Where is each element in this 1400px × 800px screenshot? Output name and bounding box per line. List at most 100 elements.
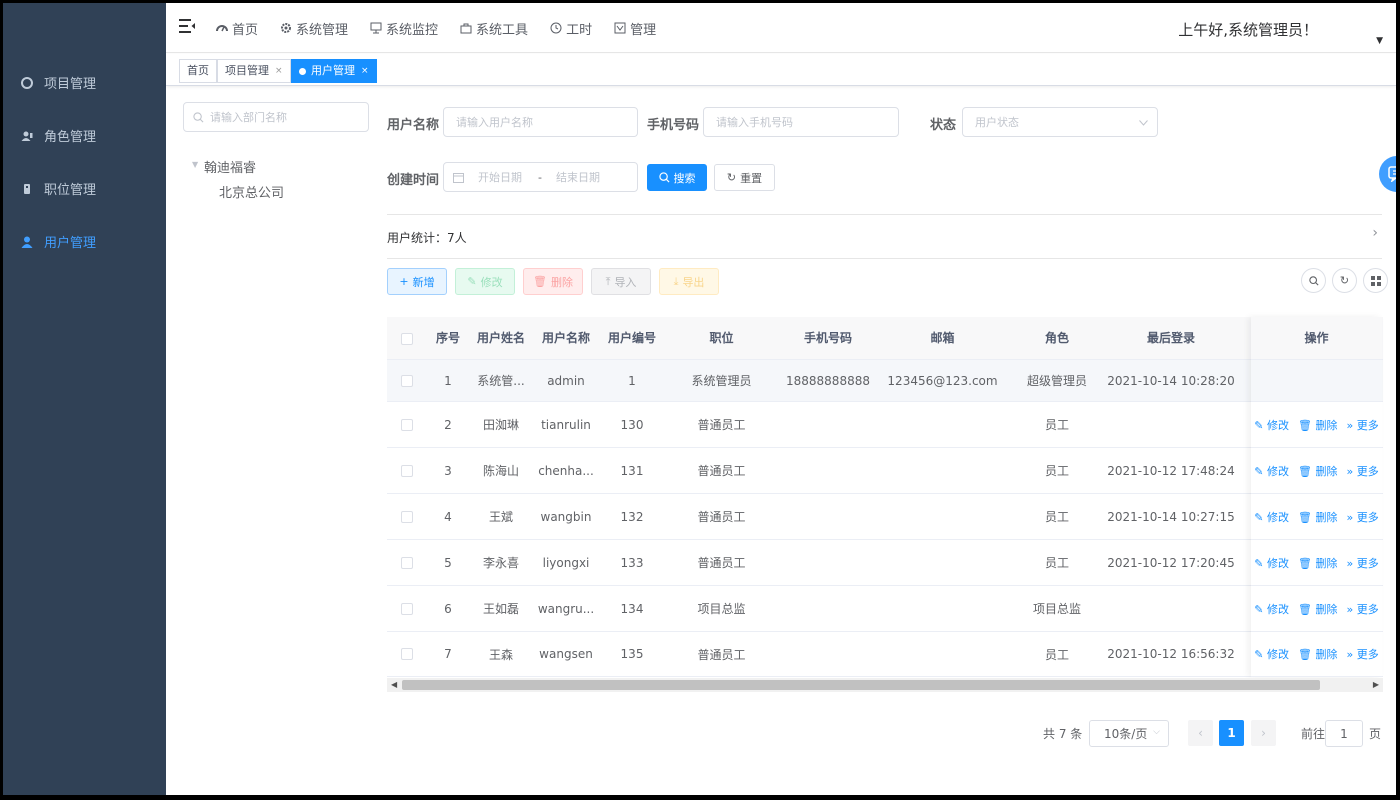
scroll-right-icon[interactable]: ▶ xyxy=(1373,678,1379,692)
sidebar-item[interactable]: 角色管理 xyxy=(3,109,166,162)
page-size-select[interactable]: 10条/页 ⌵ xyxy=(1089,720,1169,747)
table-row[interactable]: 7 王森 wangsen 135 普通员工 员工 2021-10-12 16:56:32 xyxy=(387,632,1383,677)
toggle-search-button[interactable] xyxy=(1301,268,1326,293)
row-select-cell[interactable] xyxy=(387,494,427,539)
row-delete-button[interactable]: 🗑 删除 xyxy=(1298,601,1337,617)
menu-fold-icon[interactable] xyxy=(179,18,195,34)
table-row[interactable]: 4 王斌 wangbin 132 普通员工 员工 2021-10-14 10:27:15 xyxy=(387,494,1383,540)
row-select-cell[interactable] xyxy=(387,448,427,493)
row-delete-button[interactable]: 🗑 删除 xyxy=(1298,555,1337,571)
close-icon[interactable]: × xyxy=(361,60,369,82)
scroll-thumb[interactable] xyxy=(402,680,1320,690)
row-edit-button[interactable]: ✎ 修改 xyxy=(1254,417,1289,433)
row-edit-button[interactable]: ✎ 修改 xyxy=(1254,509,1289,525)
row-delete-button[interactable]: 🗑 删除 xyxy=(1298,463,1337,479)
cell-username: liyongxi xyxy=(542,555,590,570)
row-select-cell[interactable] xyxy=(387,402,427,447)
table-row[interactable]: 5 李永喜 liyongxi 133 普通员工 员工 2021-10-12 17:20:45 xyxy=(387,540,1383,586)
import-label: 导入 xyxy=(614,275,637,289)
row-edit-button[interactable]: ✎ 修改 xyxy=(1254,646,1289,662)
top-nav-item[interactable]: 系统监控 xyxy=(370,19,438,38)
username-input[interactable]: 请输入用户名称 xyxy=(443,107,638,137)
select-all-checkbox[interactable] xyxy=(401,332,413,345)
row-select-cell[interactable] xyxy=(387,632,427,676)
row-delete-button[interactable]: 🗑 删除 xyxy=(1298,417,1337,433)
caret-down-icon[interactable]: ▼ xyxy=(1376,36,1383,46)
row-checkbox[interactable] xyxy=(401,510,413,523)
caret-down-icon[interactable]: ▼ xyxy=(192,160,198,169)
edit-icon: ✎ xyxy=(1254,648,1267,661)
dept-search-input[interactable]: 请输入部门名称 xyxy=(183,102,369,132)
sidebar-item[interactable]: 职位管理 xyxy=(3,162,166,215)
row-delete-button[interactable]: 🗑 删除 xyxy=(1298,509,1337,525)
sidebar-item-label: 用户管理 xyxy=(44,236,97,251)
table-row[interactable]: 1 系统管... admin 1 系统管理员 18888888888 123456@123.… xyxy=(387,360,1383,402)
table-row[interactable]: 3 陈海山 chenha... 131 普通员工 员工 2021-10-12 17:48:2… xyxy=(387,448,1383,494)
header-operations: 操作 xyxy=(1251,317,1382,360)
scroll-left-icon[interactable]: ◀ xyxy=(391,678,397,692)
horizontal-scrollbar[interactable]: ◀ ▶ xyxy=(387,678,1383,692)
greeting-text[interactable]: 上午好,系统管理员！ xyxy=(1178,19,1318,40)
refresh-button[interactable]: ↻ xyxy=(1332,268,1357,293)
chat-float-button[interactable] xyxy=(1379,156,1396,192)
sidebar-item[interactable]: 用户管理 xyxy=(3,215,166,268)
top-nav-item[interactable]: 系统工具 xyxy=(460,19,528,38)
row-more-button[interactable]: » 更多 xyxy=(1346,646,1378,662)
select-all-cell[interactable] xyxy=(387,317,427,360)
row-more-button[interactable]: » 更多 xyxy=(1346,463,1378,479)
sidebar-item[interactable]: 项目管理 xyxy=(3,56,166,109)
row-checkbox[interactable] xyxy=(401,602,413,615)
page-number[interactable]: 1 xyxy=(1219,720,1244,746)
top-nav-label: 系统工具 xyxy=(476,22,529,38)
cell-last-login: 2021-10-14 10:28:20 xyxy=(1107,373,1235,388)
row-select-cell[interactable] xyxy=(387,360,427,401)
tag-project[interactable]: 项目管理 × xyxy=(217,59,291,83)
row-edit-button[interactable]: ✎ 修改 xyxy=(1254,601,1289,617)
row-edit-button[interactable]: ✎ 修改 xyxy=(1254,463,1289,479)
cell-email xyxy=(878,632,1007,676)
prev-page-button[interactable]: ‹ xyxy=(1188,720,1213,746)
top-nav-item[interactable]: 管理 xyxy=(614,19,656,38)
delete-button[interactable]: 🗑 删除 xyxy=(523,268,583,295)
row-delete-button[interactable]: 🗑 删除 xyxy=(1298,646,1337,662)
tree-node-child[interactable]: 北京总公司 xyxy=(219,182,284,201)
row-checkbox[interactable] xyxy=(401,418,413,431)
row-select-cell[interactable] xyxy=(387,586,427,631)
edit-button[interactable]: ✎ 修改 xyxy=(455,268,515,295)
row-checkbox[interactable] xyxy=(401,556,413,569)
tag-home[interactable]: 首页 xyxy=(179,59,217,83)
goto-input[interactable]: 1 xyxy=(1325,720,1363,747)
top-nav-item[interactable]: 工时 xyxy=(550,19,592,38)
row-checkbox[interactable] xyxy=(401,464,413,477)
row-select-cell[interactable] xyxy=(387,540,427,585)
row-edit-button[interactable]: ✎ 修改 xyxy=(1254,555,1289,571)
delete-label: 删除 xyxy=(550,275,573,289)
next-page-button[interactable]: › xyxy=(1251,720,1276,746)
created-label: 创建时间 xyxy=(387,173,440,188)
search-button[interactable]: 搜索 xyxy=(647,164,707,191)
add-button[interactable]: + 新增 xyxy=(387,268,447,295)
top-nav-item[interactable]: 系统管理 xyxy=(280,19,348,38)
table-row[interactable]: 6 王如磊 wangru... 134 项目总监 项目总监 xyxy=(387,586,1383,632)
close-icon[interactable]: × xyxy=(275,60,283,82)
tag-user[interactable]: 用户管理 × xyxy=(291,59,377,83)
import-button[interactable]: ⤒ 导入 xyxy=(591,268,651,295)
tree-node-root[interactable]: 翰迪福睿 xyxy=(204,157,256,176)
table-row[interactable]: 2 田洳琳 tianrulin 130 普通员工 员工 xyxy=(387,402,1383,448)
phone-input[interactable]: 请输入手机号码 xyxy=(703,107,899,137)
cell-position: 普通员工 xyxy=(697,418,746,432)
row-more-button[interactable]: » 更多 xyxy=(1346,601,1378,617)
status-select[interactable]: 用户状态 xyxy=(962,107,1158,137)
row-checkbox[interactable] xyxy=(401,374,413,387)
chevron-right-icon[interactable]: › xyxy=(1372,225,1378,241)
row-more-button[interactable]: » 更多 xyxy=(1346,555,1378,571)
row-more-button[interactable]: » 更多 xyxy=(1346,509,1378,525)
reset-button[interactable]: ↻ 重置 xyxy=(714,164,775,191)
row-more-button[interactable]: » 更多 xyxy=(1346,417,1378,433)
columns-button[interactable] xyxy=(1363,268,1388,293)
row-checkbox[interactable] xyxy=(401,648,413,660)
date-range-picker[interactable]: 开始日期 - 结束日期 xyxy=(443,162,638,192)
export-button[interactable]: ⤓ 导出 xyxy=(659,268,719,295)
cell-no: 7 xyxy=(444,647,452,661)
top-nav-item[interactable]: 首页 xyxy=(216,19,258,38)
